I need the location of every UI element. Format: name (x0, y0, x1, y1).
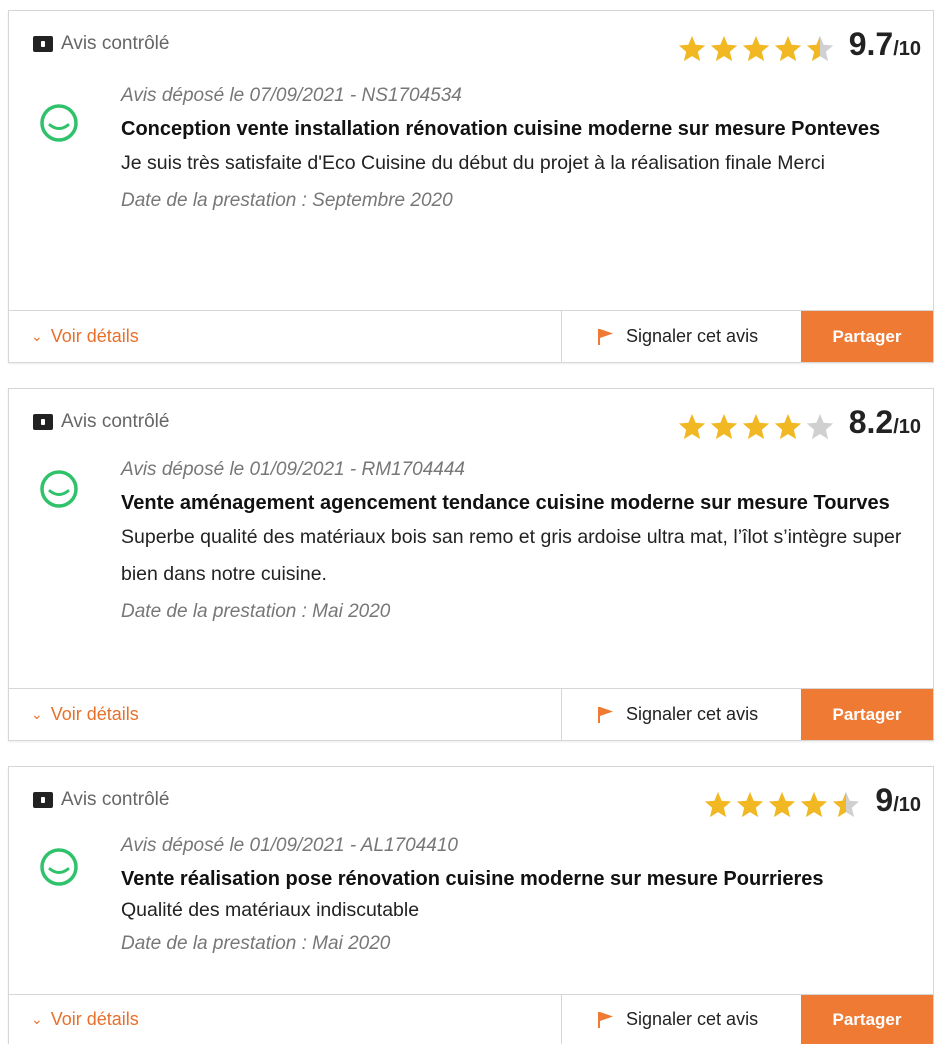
reviews-list: Avis contrôlé 9.7/10 Avis déposé le 07/0… (0, 0, 934, 1044)
star-icon (710, 35, 737, 62)
verified-badge: Avis contrôlé (33, 33, 169, 55)
rating: 9/10 (703, 782, 921, 820)
card-footer: ⌄ Voir détails Signaler cet avis Partage… (9, 310, 933, 362)
star-icon (833, 791, 860, 818)
smiley-icon (40, 104, 78, 142)
deposit-info: Avis déposé le 07/09/2021 - NS1704534 (121, 85, 462, 106)
review-content: Avis déposé le 07/09/2021 - NS1704534 Co… (121, 83, 903, 214)
review-card: Avis contrôlé 9.7/10 Avis déposé le 07/0… (8, 10, 934, 363)
score-suffix: /10 (893, 38, 921, 60)
report-button[interactable]: Signaler cet avis (561, 995, 801, 1044)
score-suffix: /10 (893, 794, 921, 816)
chevron-down-icon: ⌄ (31, 706, 43, 722)
star-rating (677, 34, 835, 64)
star-icon (742, 413, 769, 440)
review-text: Qualité des matériaux indiscutable (121, 899, 420, 921)
verified-label: Avis contrôlé (61, 789, 170, 810)
star-icon (737, 791, 764, 818)
review-text: Je suis très satisfaite d'Eco Cuisine du… (121, 152, 825, 174)
card-footer: ⌄ Voir détails Signaler cet avis Partage… (9, 688, 933, 740)
star-icon (806, 35, 833, 62)
star-rating (677, 412, 835, 442)
report-label: Signaler cet avis (626, 326, 759, 346)
review-card: Avis contrôlé 8.2/10 Avis déposé le 01/0… (8, 388, 934, 741)
verified-label: Avis contrôlé (61, 33, 170, 54)
flag-icon (598, 328, 613, 345)
report-button[interactable]: Signaler cet avis (561, 689, 801, 740)
score: 9/10 (875, 782, 921, 820)
verified-badge: Avis contrôlé (33, 789, 169, 811)
review-text: Superbe qualité des matériaux bois san r… (121, 526, 902, 585)
service-date: Date de la prestation : Septembre 2020 (121, 190, 453, 211)
shield-icon (33, 792, 53, 808)
star-icon (774, 413, 801, 440)
score-value: 9.7 (848, 26, 894, 62)
review-content: Avis déposé le 01/09/2021 - RM1704444 Ve… (121, 457, 903, 625)
smiley-icon (40, 470, 78, 508)
star-icon (742, 35, 769, 62)
share-button[interactable]: Partager (801, 995, 933, 1044)
review-title: Conception vente installation rénovation… (121, 118, 881, 140)
deposit-info: Avis déposé le 01/09/2021 - AL1704410 (121, 835, 458, 856)
share-button[interactable]: Partager (801, 689, 933, 740)
chevron-down-icon: ⌄ (31, 328, 43, 344)
smiley-icon (40, 848, 78, 886)
see-details-link[interactable]: ⌄ Voir détails (9, 995, 561, 1044)
report-label: Signaler cet avis (626, 1009, 759, 1029)
star-icon (678, 35, 705, 62)
chevron-down-icon: ⌄ (31, 1011, 43, 1027)
review-title: Vente aménagement agencement tendance cu… (121, 492, 890, 514)
card-footer: ⌄ Voir détails Signaler cet avis Partage… (9, 994, 933, 1044)
star-icon (678, 413, 705, 440)
star-icon (769, 791, 796, 818)
see-details-link[interactable]: ⌄ Voir détails (9, 689, 561, 740)
share-button[interactable]: Partager (801, 311, 933, 362)
see-details-link[interactable]: ⌄ Voir détails (9, 311, 561, 362)
flag-icon (598, 1011, 613, 1028)
service-date: Date de la prestation : Mai 2020 (121, 933, 391, 954)
see-details-label: Voir détails (50, 704, 139, 724)
report-button[interactable]: Signaler cet avis (561, 311, 801, 362)
deposit-info: Avis déposé le 01/09/2021 - RM1704444 (121, 459, 466, 480)
star-icon (705, 791, 732, 818)
review-content: Avis déposé le 01/09/2021 - AL1704410 Ve… (121, 833, 903, 957)
review-card: Avis contrôlé 9/10 Avis déposé le 01/09/… (8, 766, 934, 1044)
service-date: Date de la prestation : Mai 2020 (121, 601, 391, 622)
star-icon (801, 791, 828, 818)
star-icon (806, 413, 833, 440)
score: 8.2/10 (848, 404, 921, 442)
verified-label: Avis contrôlé (61, 411, 170, 432)
see-details-label: Voir détails (50, 326, 139, 346)
score-suffix: /10 (893, 416, 921, 438)
see-details-label: Voir détails (50, 1009, 139, 1029)
flag-icon (598, 706, 613, 723)
shield-icon (33, 414, 53, 430)
rating: 8.2/10 (677, 404, 921, 442)
star-icon (774, 35, 801, 62)
shield-icon (33, 36, 53, 52)
star-icon (710, 413, 737, 440)
star-rating (703, 790, 861, 820)
verified-badge: Avis contrôlé (33, 411, 169, 433)
score-value: 8.2 (848, 404, 894, 440)
report-label: Signaler cet avis (626, 704, 759, 724)
score-value: 9 (875, 782, 894, 818)
review-title: Vente réalisation pose rénovation cuisin… (121, 868, 824, 890)
rating: 9.7/10 (677, 26, 921, 64)
score: 9.7/10 (848, 26, 921, 64)
